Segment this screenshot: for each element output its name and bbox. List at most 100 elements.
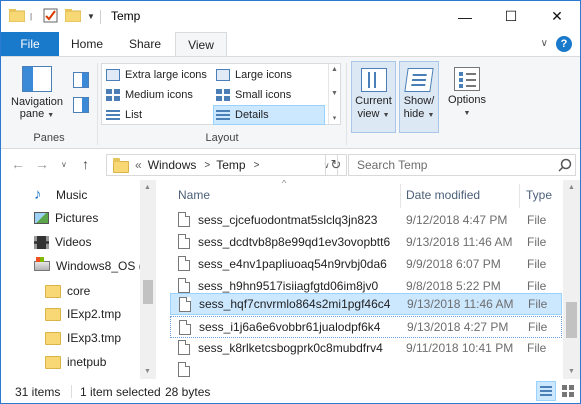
scroll-down-icon[interactable]: ▼ xyxy=(568,368,575,375)
chevron-up-icon[interactable]: ▲ xyxy=(331,66,338,73)
file-list-scrollbar[interactable]: ▲ ▼ xyxy=(563,180,580,379)
minimize-button[interactable]: — xyxy=(442,1,488,32)
drive-icon xyxy=(34,257,50,271)
layout-gallery-scroller[interactable]: ▲ ▼ ▾ xyxy=(328,64,340,124)
app-folder-icon[interactable] xyxy=(8,8,26,23)
column-divider[interactable] xyxy=(400,184,401,208)
scrollbar-thumb[interactable] xyxy=(566,302,577,338)
nav-item-music[interactable]: ♪ Music xyxy=(34,184,87,206)
nav-item-videos[interactable]: Videos xyxy=(34,231,91,253)
pictures-icon xyxy=(34,212,49,224)
status-divider xyxy=(71,385,72,398)
status-bar: 31 items 1 item selected 28 bytes xyxy=(1,379,580,403)
tab-view[interactable]: View xyxy=(175,32,227,57)
column-header-date-modified[interactable]: Date modified xyxy=(406,180,516,210)
file-icon xyxy=(179,320,191,335)
up-arrow-icon[interactable]: ↑ xyxy=(82,156,89,172)
breadcrumb-windows[interactable]: Windows xyxy=(148,158,197,172)
scroll-up-icon[interactable]: ▲ xyxy=(568,184,575,191)
ribbon: Navigation pane ▼ Panes Extra large icon… xyxy=(1,56,580,149)
file-icon xyxy=(178,256,190,271)
options-icon xyxy=(454,67,480,91)
back-arrow-icon[interactable]: ← xyxy=(11,156,25,172)
show-hide-button[interactable]: Show/ hide ▼ xyxy=(399,61,439,133)
panes-group-label: Panes xyxy=(33,132,65,144)
details-view-button[interactable] xyxy=(536,381,556,401)
navigation-pane-label-2: pane xyxy=(19,108,45,120)
search-input[interactable]: Search Temp xyxy=(348,154,576,176)
navigation-pane-label-1: Navigation xyxy=(11,96,63,108)
current-view-label-1: Current xyxy=(355,95,392,107)
videos-icon xyxy=(34,235,49,249)
file-row[interactable]: sess_dcdtvb8p8e99qd1ev3ovopbtt6 9/13/201… xyxy=(170,231,562,253)
separator-dropdown-icon: | xyxy=(30,12,33,21)
new-folder-icon[interactable] xyxy=(64,8,82,23)
file-row[interactable]: sess_k8rlketcsbogprk0c8mubdfrv4 9/11/201… xyxy=(170,337,562,359)
current-view-icon xyxy=(360,68,387,92)
file-icon xyxy=(178,362,190,377)
folder-icon xyxy=(45,355,61,369)
folder-icon xyxy=(45,284,61,298)
more-icon[interactable]: ▾ xyxy=(333,114,337,122)
breadcrumb-temp[interactable]: Temp xyxy=(216,158,245,172)
scroll-down-icon[interactable]: ▼ xyxy=(144,368,151,375)
chevron-right-icon[interactable]: > xyxy=(204,160,210,171)
customize-toolbar-icon[interactable]: ▼ xyxy=(87,12,95,21)
layout-medium-icons[interactable]: Medium icons xyxy=(104,86,212,104)
nav-item-windows8-os[interactable]: Windows8_OS (C xyxy=(34,255,151,277)
tab-file[interactable]: File xyxy=(1,32,59,56)
address-overflow[interactable]: « xyxy=(135,158,142,172)
preview-pane-icon[interactable] xyxy=(73,72,89,88)
file-row-selected[interactable]: sess_hqf7cnvrmlo864s2mi1pgf46c4 9/13/201… xyxy=(170,293,562,315)
chevron-right-icon[interactable]: > xyxy=(254,160,260,171)
chevron-down-icon[interactable]: ▼ xyxy=(331,90,338,97)
file-row[interactable]: sess_e4nv1papliuoaq54n9rvbj0da6 9/9/2018… xyxy=(170,253,562,275)
close-button[interactable]: ✕ xyxy=(534,1,580,32)
scroll-up-icon[interactable]: ▲ xyxy=(144,184,151,191)
options-button[interactable]: Options ▼ xyxy=(443,61,491,133)
file-row[interactable]: sess_cjcefuodontmat5slclq3jn823 9/12/201… xyxy=(170,209,562,231)
layout-details[interactable]: Details xyxy=(213,105,325,125)
column-divider[interactable] xyxy=(519,184,520,208)
layout-small-icons[interactable]: Small icons xyxy=(214,86,326,104)
recent-locations-icon[interactable]: ∨ xyxy=(61,160,67,169)
status-size: 28 bytes xyxy=(165,385,211,399)
nav-item-inetpub[interactable]: inetpub xyxy=(45,351,106,373)
refresh-icon: ↻ xyxy=(330,157,342,172)
column-header-type[interactable]: Type xyxy=(526,180,562,210)
title-bar: | ▼ Temp — ☐ ✕ xyxy=(1,1,580,32)
status-item-count: 31 items xyxy=(15,385,61,399)
tab-home[interactable]: Home xyxy=(64,32,110,56)
nav-item-iexp3[interactable]: IExp3.tmp xyxy=(45,327,121,349)
layout-extra-large-icons[interactable]: Extra large icons xyxy=(104,66,212,84)
address-bar[interactable]: « Windows > Temp > xyxy=(106,154,338,176)
tab-share[interactable]: Share xyxy=(119,32,171,56)
folder-icon xyxy=(45,307,61,321)
layout-large-icons[interactable]: Large icons xyxy=(214,66,326,84)
ribbon-tabs: File Home Share View ∨ ? xyxy=(1,32,580,57)
column-header-name[interactable]: Name xyxy=(178,180,388,210)
forward-arrow-icon[interactable]: → xyxy=(35,156,49,172)
file-row-partial[interactable] xyxy=(170,359,562,379)
explorer-window: | ▼ Temp — ☐ ✕ File Home Share View ∨ ? … xyxy=(0,0,581,404)
layout-list[interactable]: List xyxy=(104,106,212,124)
nav-item-core[interactable]: core xyxy=(45,280,90,302)
nav-item-iexp2[interactable]: IExp2.tmp xyxy=(45,303,121,325)
details-pane-icon[interactable] xyxy=(73,97,89,113)
navigation-pane-button[interactable]: Navigation pane ▼ xyxy=(6,63,68,129)
list-icon xyxy=(106,109,120,121)
file-row-focused[interactable]: sess_i1j6a6e6vobbr61jualodpf6k4 9/13/201… xyxy=(170,316,562,338)
medium-icons-icon xyxy=(106,89,120,101)
maximize-button[interactable]: ☐ xyxy=(488,1,534,32)
minimize-ribbon-icon[interactable]: ∨ xyxy=(541,38,548,49)
properties-icon[interactable] xyxy=(43,8,58,23)
help-icon[interactable]: ? xyxy=(556,36,572,52)
window-title: Temp xyxy=(111,9,141,23)
file-icon xyxy=(179,297,191,312)
current-view-button[interactable]: Current view ▼ xyxy=(351,61,396,133)
large-icons-view-button[interactable] xyxy=(558,381,578,401)
refresh-button[interactable]: ↻ xyxy=(325,154,347,176)
navigation-pane-scrollbar[interactable]: ▲ ▼ xyxy=(140,180,156,379)
nav-item-pictures[interactable]: Pictures xyxy=(34,207,98,229)
scrollbar-thumb[interactable] xyxy=(143,280,153,304)
